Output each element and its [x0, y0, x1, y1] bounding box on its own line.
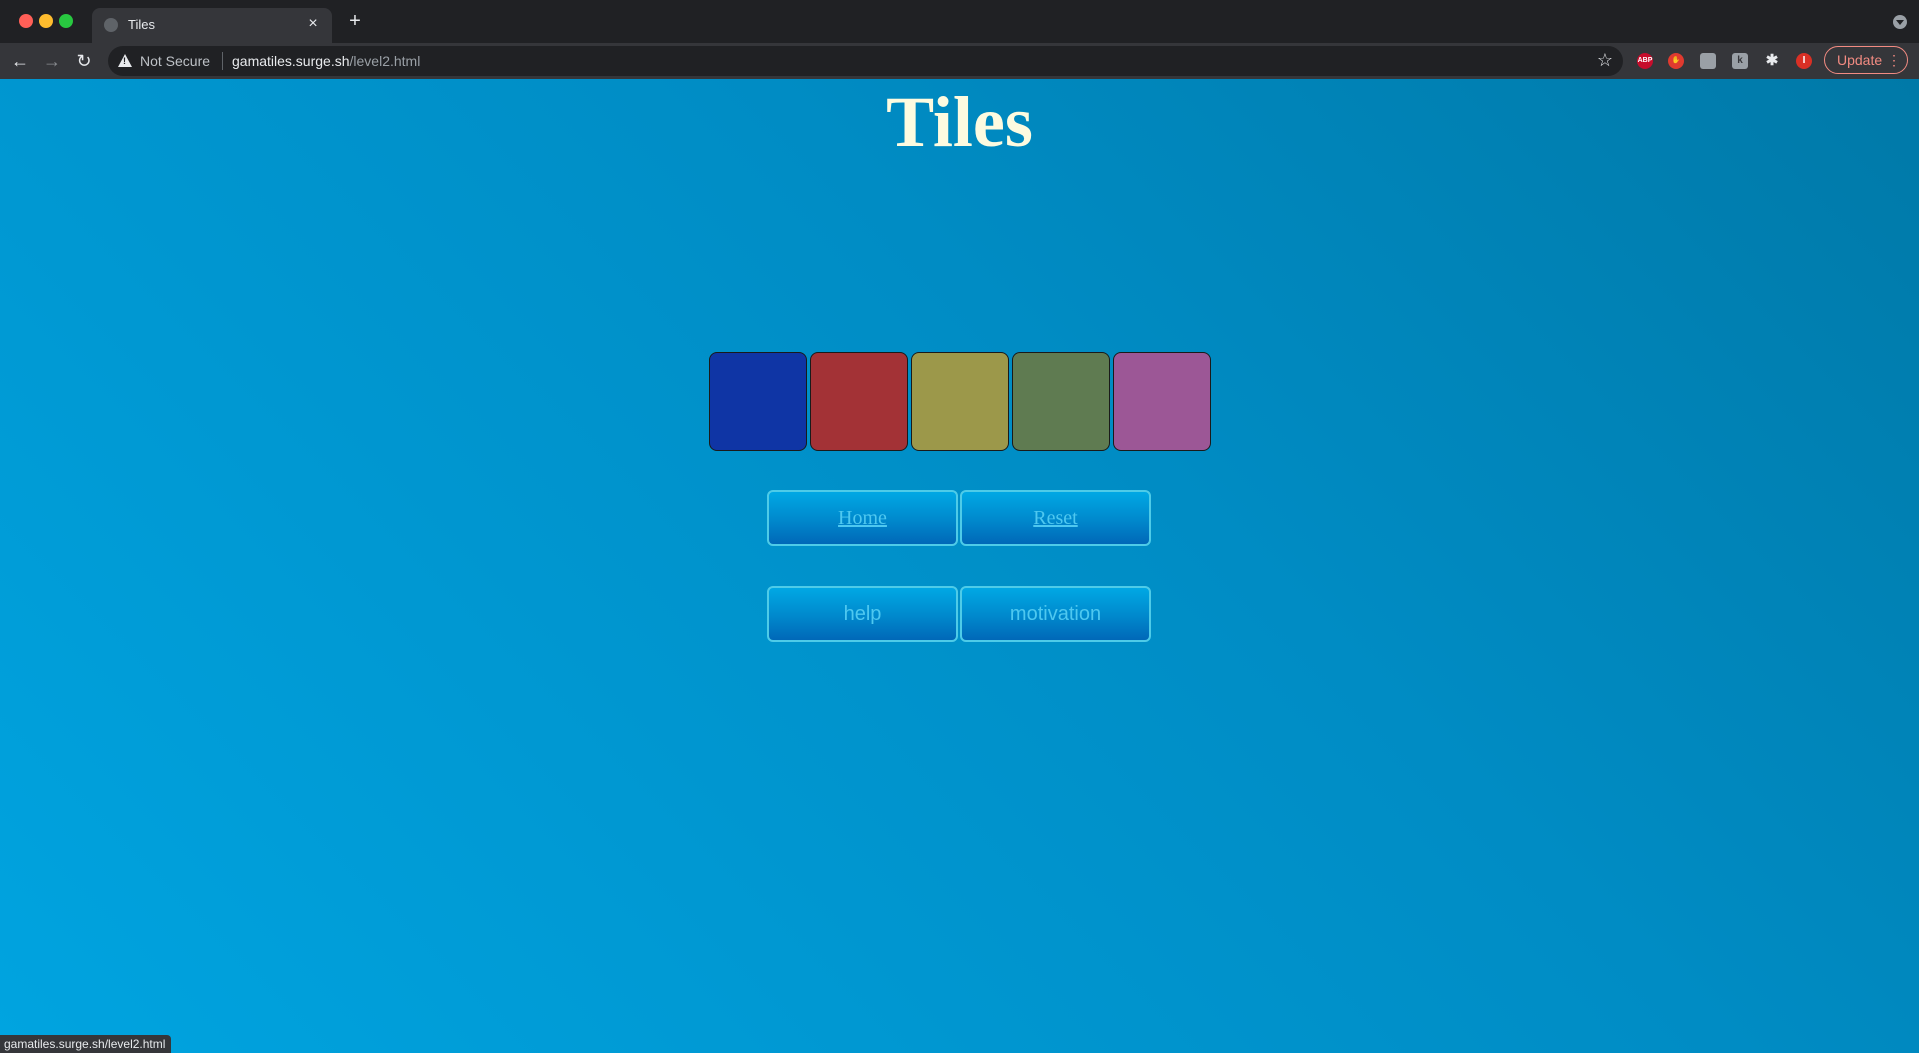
star-icon[interactable]: ☆ — [1597, 50, 1613, 71]
url-separator — [222, 52, 223, 70]
window-minimize-button[interactable] — [39, 14, 53, 28]
security-label[interactable]: Not Secure — [140, 53, 210, 69]
tile-green[interactable] — [1012, 352, 1110, 451]
window-maximize-button[interactable] — [59, 14, 73, 28]
address-bar[interactable]: Not Secure gamatiles.surge.sh/level2.htm… — [108, 46, 1623, 76]
url-path: /level2.html — [349, 53, 421, 69]
page-viewport: Tiles Home Reset help motivation gamatil… — [0, 79, 1919, 1053]
back-button[interactable]: ← — [6, 47, 34, 75]
tile-red[interactable] — [810, 352, 908, 451]
print-icon[interactable] — [1700, 53, 1716, 69]
url-host: gamatiles.surge.sh — [232, 53, 350, 69]
browser-window: Tiles × + ← → ↻ Not Secure gamatiles.sur… — [0, 0, 1919, 1053]
reload-button[interactable]: ↻ — [70, 47, 98, 75]
tile-olive[interactable] — [911, 352, 1009, 451]
toolbar: ← → ↻ Not Secure gamatiles.surge.sh/leve… — [0, 43, 1919, 79]
hand-stop-icon[interactable]: ✋ — [1668, 53, 1684, 69]
globe-icon — [104, 18, 118, 32]
new-tab-button[interactable]: + — [344, 10, 366, 32]
adblock-plus-icon[interactable]: ABP — [1637, 53, 1653, 69]
profile-avatar[interactable]: I — [1796, 53, 1812, 69]
tab-title: Tiles — [128, 17, 155, 32]
reset-button[interactable]: Reset — [960, 490, 1151, 546]
k-extension-icon[interactable]: k — [1732, 53, 1748, 69]
tile-purple[interactable] — [1113, 352, 1211, 451]
home-button[interactable]: Home — [767, 490, 958, 546]
url-text[interactable]: gamatiles.surge.sh/level2.html — [232, 53, 420, 69]
tile-blue[interactable] — [709, 352, 807, 451]
tab-tiles[interactable]: Tiles × — [92, 8, 332, 43]
warning-icon[interactable] — [118, 54, 132, 67]
page-title: Tiles — [886, 82, 1033, 162]
tab-search-icon[interactable] — [1893, 15, 1907, 29]
puzzle-icon[interactable]: ✱ — [1764, 53, 1780, 69]
window-close-button[interactable] — [19, 14, 33, 28]
update-button[interactable]: Update — [1824, 46, 1908, 74]
help-button[interactable]: help — [767, 586, 958, 642]
tile-row — [709, 352, 1211, 453]
motivation-button[interactable]: motivation — [960, 586, 1151, 642]
status-bubble: gamatiles.surge.sh/level2.html — [0, 1035, 172, 1053]
tab-strip: Tiles × + — [0, 0, 1919, 43]
close-icon[interactable]: × — [304, 15, 322, 33]
forward-button[interactable]: → — [38, 47, 66, 75]
